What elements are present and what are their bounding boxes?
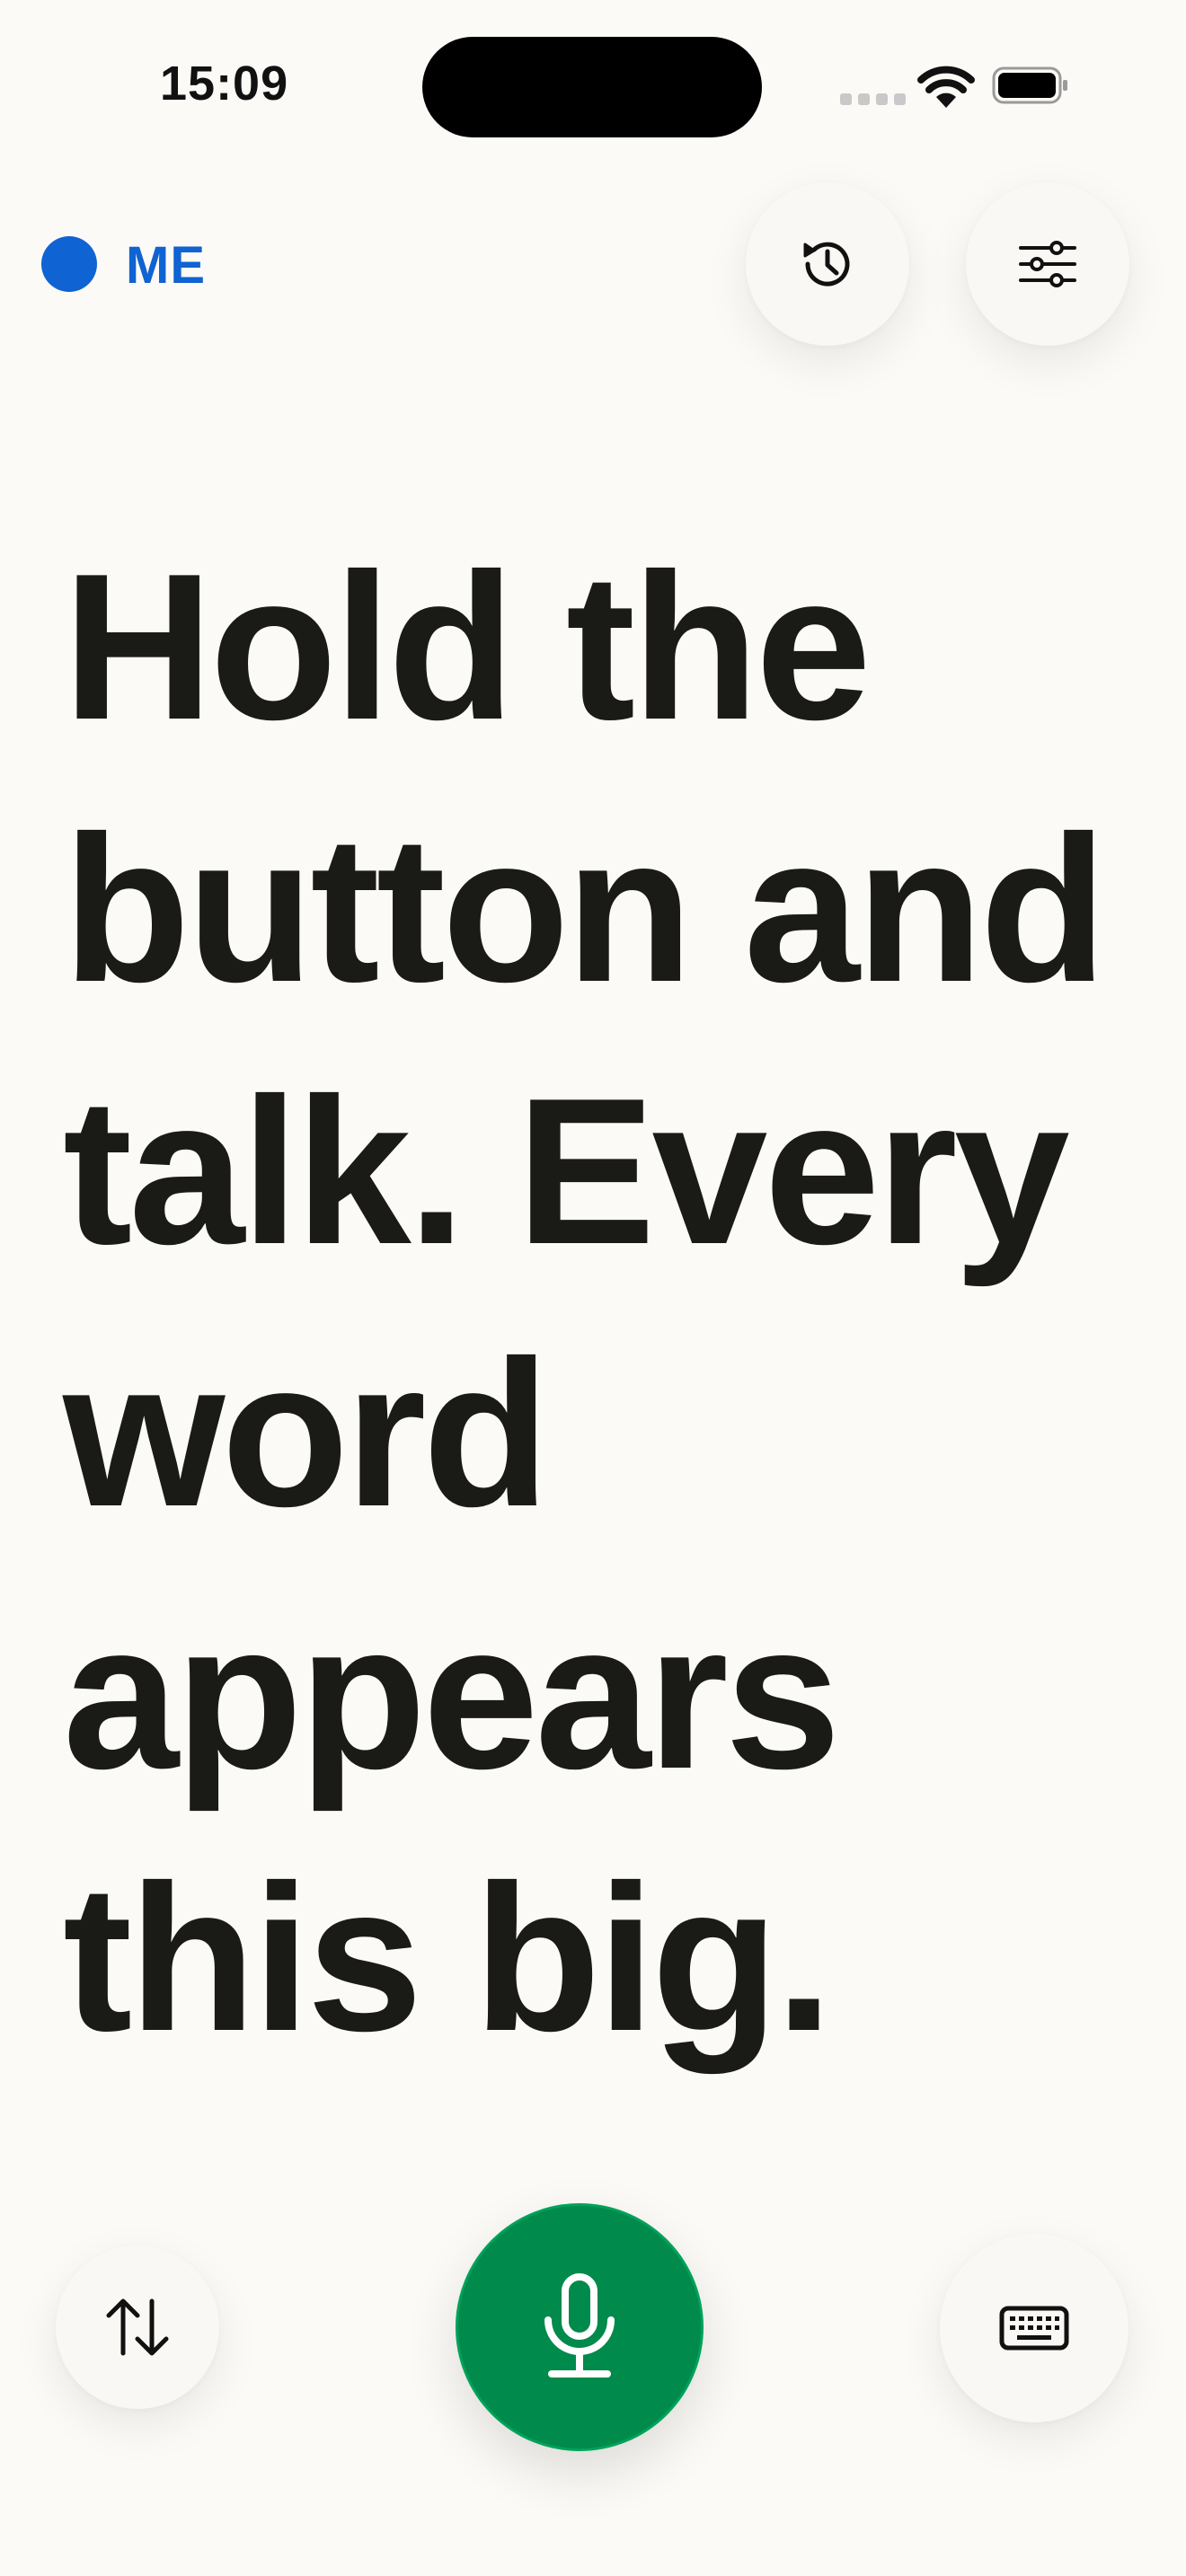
cellular-signal-icon xyxy=(840,93,906,105)
keyboard-button[interactable] xyxy=(940,2234,1128,2422)
transcript-text: Hold the button and talk. Every word app… xyxy=(63,531,1107,2075)
microphone-icon xyxy=(544,2273,615,2378)
speaker-indicator-dot xyxy=(41,236,97,292)
sliders-icon xyxy=(1019,241,1076,287)
wifi-icon xyxy=(917,66,975,108)
settings-button[interactable] xyxy=(966,182,1129,346)
status-time: 15:09 xyxy=(160,57,289,110)
speaker-label: ME xyxy=(126,236,206,295)
hold-to-talk-button[interactable] xyxy=(456,2203,704,2451)
keyboard-icon xyxy=(999,2306,1069,2351)
history-button[interactable] xyxy=(746,182,909,346)
swap-arrows-icon xyxy=(106,2298,169,2356)
app-screen: 15:09 ME Hold the button and talk. Every… xyxy=(0,0,1186,2576)
swap-speaker-button[interactable] xyxy=(56,2245,219,2409)
battery-icon xyxy=(992,66,1067,104)
dynamic-island xyxy=(422,37,762,137)
history-icon xyxy=(803,242,850,287)
